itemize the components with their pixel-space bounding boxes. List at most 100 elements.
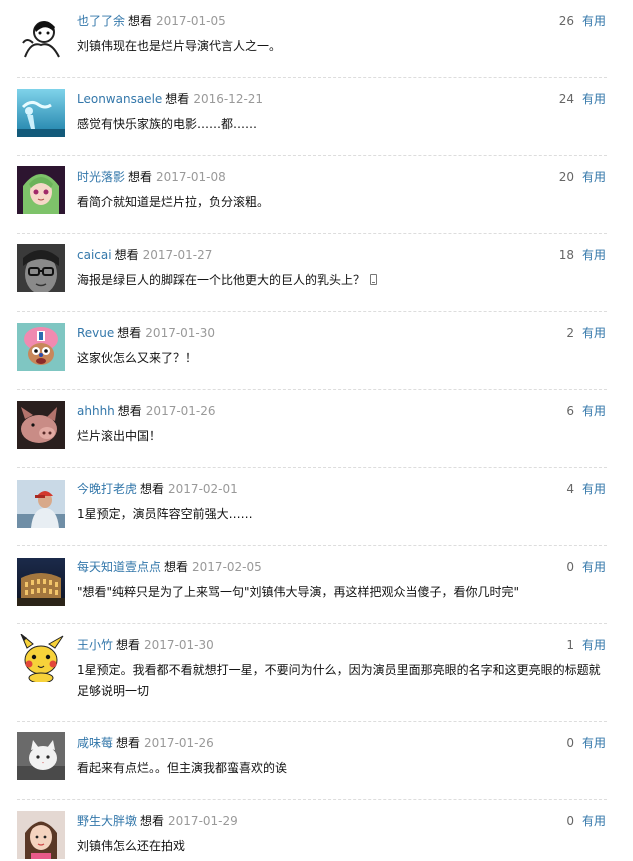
comment-text: 烂片滚出中国！ (77, 429, 162, 443)
user-avatar[interactable] (17, 166, 65, 214)
user-avatar[interactable] (17, 13, 65, 61)
user-avatar[interactable] (17, 244, 65, 292)
rating-status: 想看 (117, 326, 142, 340)
pig-avatar-icon (17, 401, 65, 449)
rating-status: 想看 (140, 482, 165, 496)
comment-meta: 野生大胖墩 想看 2017-01-29 (77, 812, 238, 830)
vote-count: 6 (566, 404, 574, 418)
rating-status: 想看 (164, 560, 189, 574)
user-avatar[interactable] (17, 401, 65, 449)
comment-date: 2017-01-26 (144, 736, 214, 750)
comment-date: 2016-12-21 (193, 92, 264, 106)
vote-count: 1 (566, 638, 574, 652)
useful-button[interactable]: 有用 (582, 14, 606, 28)
comment-text: 1星预定，演员阵容空前强大…… (77, 507, 253, 521)
useful-button[interactable]: 有用 (582, 170, 606, 184)
useful-button[interactable]: 有用 (582, 404, 606, 418)
useful-button[interactable]: 有用 (582, 482, 606, 496)
rating-status: 想看 (116, 638, 141, 652)
username-link[interactable]: caicai (77, 248, 112, 262)
user-avatar[interactable] (17, 480, 65, 528)
vote-count: 0 (566, 736, 574, 750)
username-link[interactable]: ahhhh (77, 404, 115, 418)
comment-item: 咸味莓 想看 2017-01-26 0 有用 看起来有点烂。。但主演我都蛮喜欢的诶 (17, 732, 607, 800)
comment-meta: 王小竹 想看 2017-01-30 (77, 636, 214, 654)
vote-count: 0 (566, 560, 574, 574)
username-link[interactable]: 咸味莓 (77, 736, 113, 750)
comment-meta: ahhhh 想看 2017-01-26 (77, 402, 216, 420)
useful-button[interactable]: 有用 (582, 248, 606, 262)
comment-date: 2017-01-30 (145, 326, 216, 340)
username-link[interactable]: 每天知道壹点点 (77, 560, 161, 574)
vote-count: 20 (558, 170, 574, 184)
colosseum-night-avatar-icon (17, 558, 65, 606)
comment-meta: 时光落影 想看 2017-01-08 (77, 168, 226, 186)
username-link[interactable]: 野生大胖墩 (77, 814, 137, 828)
comment-item: 今晚打老虎 想看 2017-02-01 4 有用 1星预定，演员阵容空前强大…… (17, 480, 607, 546)
rating-status: 想看 (140, 814, 165, 828)
comment-meta: Revue 想看 2017-01-30 (77, 324, 215, 342)
comment-text: 刘镇伟怎么还在拍戏 (77, 839, 186, 853)
user-avatar[interactable] (17, 732, 65, 780)
comment-date: 2017-02-01 (168, 482, 238, 496)
useful-button[interactable]: 有用 (582, 736, 606, 750)
comment-meta: Leonwansaele 想看 2016-12-21 (77, 90, 263, 108)
username-link[interactable]: 时光落影 (77, 170, 125, 184)
user-avatar[interactable] (17, 89, 65, 137)
white-cat-avatar-icon (17, 732, 65, 780)
comment-date: 2017-01-30 (144, 638, 214, 652)
username-link[interactable]: 今晚打老虎 (77, 482, 137, 496)
comment-date: 2017-01-26 (145, 404, 216, 418)
rating-status: 想看 (114, 248, 139, 262)
comment-text: 1星预定。我看都不看就想打一星，不要问为什么，因为演员里面那亮眼的名字和这更亮眼… (77, 663, 601, 698)
comment-meta: 每天知道壹点点 想看 2017-02-05 (77, 558, 262, 576)
rating-status: 想看 (117, 404, 142, 418)
red-cap-person-avatar-icon (17, 480, 65, 528)
vote-box: 0 有用 (566, 734, 606, 752)
comment-meta: 今晚打老虎 想看 2017-02-01 (77, 480, 238, 498)
comment-item: ahhhh 想看 2017-01-26 6 有用 烂片滚出中国！ (17, 401, 607, 468)
vote-count: 0 (566, 814, 574, 828)
vote-box: 18 有用 (559, 246, 606, 264)
vote-count: 26 (558, 14, 574, 28)
vote-count: 4 (566, 482, 574, 496)
comment-item: 王小竹 想看 2017-01-30 1 有用 1星预定。我看都不看就想打一星，不要问为… (17, 634, 607, 722)
vote-box: 0 有用 (566, 558, 606, 576)
useful-button[interactable]: 有用 (582, 814, 606, 828)
comment-text: 刘镇伟现在也是烂片导演代言人之一。 (77, 39, 282, 53)
comment-text: 这家伙怎么又来了？！ (77, 351, 198, 365)
rating-status: 想看 (165, 92, 190, 106)
user-avatar[interactable] (17, 634, 65, 682)
comment-meta: 也了了余 想看 2017-01-05 (77, 12, 226, 30)
username-link[interactable]: Revue (77, 326, 114, 340)
vote-box: 2 有用 (566, 324, 606, 342)
comment-item: Revue 想看 2017-01-30 2 有用 这家伙怎么又来了？！ (17, 323, 607, 390)
vote-count: 2 (566, 326, 574, 340)
username-link[interactable]: Leonwansaele (77, 92, 162, 106)
anime-girl-avatar-icon (17, 166, 65, 214)
user-avatar[interactable] (17, 323, 65, 371)
comment-date: 2017-01-08 (156, 170, 226, 184)
vote-box: 24 有用 (559, 90, 606, 108)
comment-text-content: 海报是绿巨人的脚踩在一个比他更大的巨人的乳头上？ (77, 273, 366, 287)
glasses-face-avatar-icon (17, 244, 65, 292)
comment-text: 看起来有点烂。。但主演我都蛮喜欢的诶 (77, 761, 288, 775)
bw-sketch-avatar-icon (17, 13, 65, 61)
useful-button[interactable]: 有用 (582, 638, 606, 652)
user-avatar[interactable] (17, 558, 65, 606)
comment-item: 每天知道壹点点 想看 2017-02-05 0 有用 "想看"纯粹只是为了上来骂一句"… (17, 558, 607, 624)
girl-photo-avatar-icon (17, 811, 65, 859)
comment-item: Leonwansaele 想看 2016-12-21 24 有用 感觉有快乐家族的电影… (17, 89, 607, 156)
username-link[interactable]: 也了了余 (77, 14, 125, 28)
rating-status: 想看 (128, 170, 153, 184)
useful-button[interactable]: 有用 (582, 326, 606, 340)
useful-button[interactable]: 有用 (582, 560, 606, 574)
vote-box: 26 有用 (559, 12, 606, 30)
user-avatar[interactable] (17, 811, 65, 859)
comment-item: 野生大胖墩 想看 2017-01-29 0 有用 刘镇伟怎么还在拍戏 (17, 811, 607, 861)
vote-count: 18 (558, 248, 574, 262)
username-link[interactable]: 王小竹 (77, 638, 113, 652)
useful-button[interactable]: 有用 (582, 92, 606, 106)
comment-date: 2017-02-05 (192, 560, 262, 574)
vote-box: 0 有用 (566, 812, 606, 830)
